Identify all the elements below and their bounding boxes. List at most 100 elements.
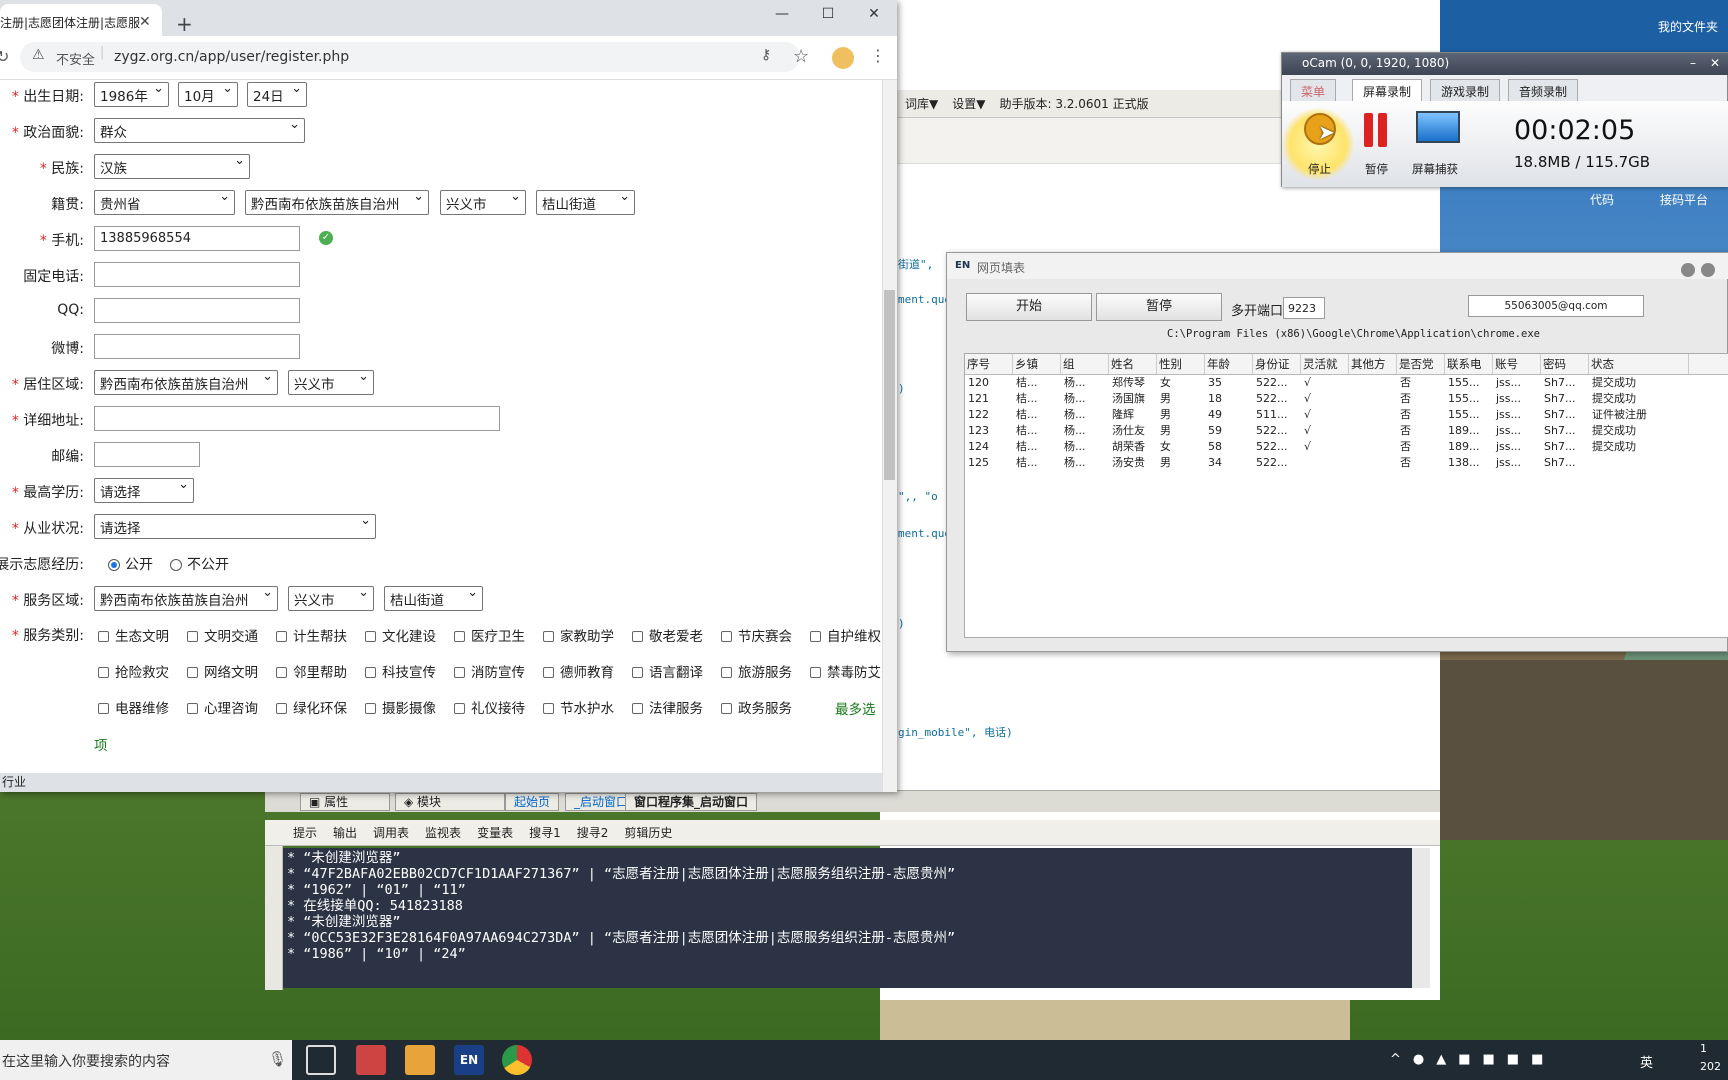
column-header[interactable]: 灵活就 (1301, 354, 1349, 374)
ocam-tab-game[interactable]: 游戏录制 (1430, 79, 1501, 101)
port-input[interactable]: 9223 (1283, 297, 1325, 319)
service-type-checkbox[interactable]: 语言翻译 (632, 661, 703, 681)
zip-input[interactable] (94, 442, 200, 467)
service-street-select[interactable]: 桔山街道 (384, 586, 483, 611)
column-header[interactable]: 姓名 (1109, 354, 1157, 374)
service-type-checkbox[interactable]: 科技宣传 (365, 661, 436, 681)
url-text[interactable]: zygz.org.cn/app/user/register.php (114, 49, 349, 65)
ocam-close-icon[interactable]: ✕ (1710, 56, 1720, 70)
residence-city-select[interactable]: 兴义市 (288, 370, 374, 395)
filler-start-button[interactable]: 开始 (966, 293, 1092, 321)
table-row[interactable]: 123 桔... 杨... 汤仕友 男 59 522... √ 否 189... jss... Sh7… (965, 423, 1728, 439)
service-type-checkbox[interactable]: 法律服务 (632, 697, 703, 717)
maximize-button[interactable]: ☐ (808, 6, 848, 22)
service-type-checkbox[interactable]: 计生帮扶 (276, 625, 347, 645)
checkbox-box[interactable] (810, 667, 821, 678)
checkbox-box[interactable] (98, 703, 109, 714)
column-header[interactable]: 乡镇 (1013, 354, 1061, 374)
tab-watch[interactable]: 监视表 (425, 824, 461, 841)
ocam-tab-menu[interactable]: 菜单 (1290, 79, 1337, 101)
weibo-input[interactable] (94, 334, 300, 359)
tab-start-page[interactable]: 起始页 (505, 793, 560, 811)
output-scrollbar[interactable] (1412, 848, 1430, 988)
radio-dot[interactable] (170, 559, 182, 571)
clock-date[interactable]: 202 (1700, 1060, 1721, 1073)
app-icon-2[interactable] (405, 1045, 435, 1075)
checkbox-box[interactable] (365, 703, 376, 714)
tab-output[interactable]: 输出 (333, 824, 357, 841)
checkbox-box[interactable] (543, 703, 554, 714)
desktop-icon-sms-platform[interactable]: 接码平台 (1660, 191, 1708, 208)
native-street-select[interactable]: 桔山街道 (536, 190, 635, 215)
column-header[interactable]: 年龄 (1205, 354, 1253, 374)
profile-avatar[interactable] (832, 47, 854, 69)
pause-label[interactable]: 暂停 (1365, 161, 1388, 177)
system-tray-icons[interactable]: ^●▲■■■■ (1390, 1052, 1555, 1067)
service-type-checkbox[interactable]: 心理咨询 (187, 697, 258, 717)
checkbox-box[interactable] (543, 667, 554, 678)
reload-icon[interactable]: ↻ (0, 47, 9, 66)
stop-label[interactable]: 停止 (1308, 161, 1331, 177)
ethnic-select[interactable]: 汉族 (94, 154, 250, 179)
column-header[interactable]: 其他方 (1349, 354, 1397, 374)
service-type-checkbox[interactable]: 文明交通 (187, 625, 258, 645)
service-type-checkbox[interactable]: 消防宣传 (454, 661, 525, 681)
table-row[interactable]: 124 桔... 杨... 胡荣香 女 58 522... √ 否 189... jss... Sh7… (965, 439, 1728, 455)
service-type-checkbox[interactable]: 家教助学 (543, 625, 614, 645)
microphone-icon[interactable]: 🎙 (268, 1050, 287, 1068)
column-header[interactable]: 序号 (965, 354, 1013, 374)
tab-clip-history[interactable]: 剪辑历史 (624, 824, 672, 841)
service-type-checkbox[interactable]: 网络文明 (187, 661, 258, 681)
key-icon[interactable]: ⚷ (761, 47, 771, 63)
ocam-tab-screen[interactable]: 屏幕录制 (1352, 79, 1423, 101)
chrome-taskbar-icon[interactable] (502, 1045, 532, 1075)
pause-icon[interactable] (1364, 113, 1373, 147)
tab-variables[interactable]: 变量表 (477, 824, 513, 841)
column-header[interactable]: 是否党 (1397, 354, 1445, 374)
service-type-checkbox[interactable]: 德师教育 (543, 661, 614, 681)
app-icon-1[interactable] (356, 1045, 386, 1075)
birth-year-select[interactable]: 1986年 (94, 82, 169, 107)
radio-private[interactable]: 不公开 (170, 554, 229, 574)
column-header[interactable]: 状态 (1589, 354, 1689, 374)
tab-hint[interactable]: 提示 (293, 824, 317, 841)
table-row[interactable]: 125 桔... 杨... 汤安贵 男 34 522... 否 138... jss... Sh7.… (965, 455, 1728, 471)
checkbox-box[interactable] (365, 667, 376, 678)
service-prefecture-select[interactable]: 黔西南布依族苗族自治州 (94, 586, 278, 611)
checkbox-box[interactable] (721, 631, 732, 642)
filler-window-dot-icon[interactable] (1701, 263, 1715, 277)
close-button[interactable]: ✕ (854, 6, 894, 22)
new-tab-button[interactable]: + (176, 12, 193, 36)
column-header[interactable]: 账号 (1493, 354, 1541, 374)
screen-capture-label[interactable]: 屏幕捕获 (1412, 161, 1458, 177)
tab-search1[interactable]: 搜寻1 (529, 824, 561, 841)
tab-window-assembly[interactable]: 窗口程序集_启动窗口 (625, 793, 758, 811)
birth-day-select[interactable]: 24日 (247, 82, 307, 107)
insecure-label[interactable]: 不安全 (56, 49, 95, 68)
filler-data-table[interactable]: 序号 乡镇组姓名 性别 年龄 身份证 灵活就 其他方 是否党 联系电 账号 密码 状态 120 桔...… (964, 353, 1728, 638)
service-type-checkbox[interactable]: 禁毒防艾 (810, 661, 881, 681)
checkbox-box[interactable] (543, 631, 554, 642)
column-header[interactable]: 联系电 (1445, 354, 1493, 374)
checkbox-box[interactable] (454, 703, 465, 714)
service-type-checkbox[interactable]: 敬老爱老 (632, 625, 703, 645)
table-row[interactable]: 122 桔... 杨... 隆辉 男 49 511... √ 否 155... jss... Sh7.… (965, 407, 1728, 423)
checkbox-box[interactable] (98, 667, 109, 678)
residence-prefecture-select[interactable]: 黔西南布依族苗族自治州 (94, 370, 278, 395)
service-type-checkbox[interactable]: 节水护水 (543, 697, 614, 717)
radio-dot-checked[interactable] (108, 559, 120, 571)
menu-kebab-icon[interactable]: ⋮ (870, 46, 886, 65)
checkbox-box[interactable] (721, 667, 732, 678)
ocam-tab-audio[interactable]: 音频录制 (1508, 79, 1579, 101)
birth-month-select[interactable]: 10月 (178, 82, 238, 107)
table-row[interactable]: 120 桔... 杨... 郑传琴 女 35 522... √ 否 155... jss... Sh7… (965, 375, 1728, 391)
checkbox-box[interactable] (365, 631, 376, 642)
warning-icon[interactable]: ⚠ (32, 47, 45, 63)
pause-icon-bar[interactable] (1378, 113, 1387, 147)
column-header[interactable]: 性别 (1157, 354, 1205, 374)
education-select[interactable]: 请选择 (94, 478, 194, 503)
browser-tab[interactable]: 注册|志愿团体注册|志愿服 (0, 4, 162, 36)
service-type-checkbox[interactable]: 摄影摄像 (365, 697, 436, 717)
employment-select[interactable]: 请选择 (94, 514, 376, 539)
tab-properties[interactable]: ▣ 属性 (300, 793, 390, 811)
